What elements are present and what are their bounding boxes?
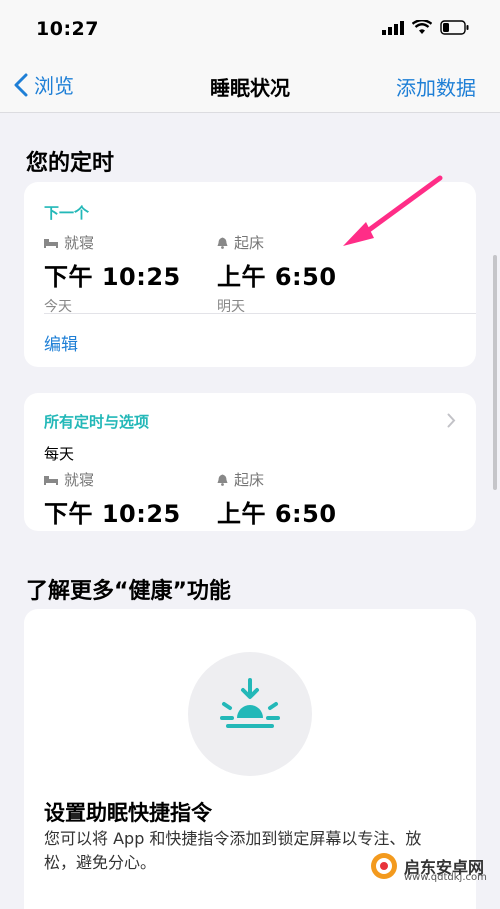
- watermark-logo-icon: [371, 853, 397, 879]
- watermark: 启东安卓网 www.qdtdkj.com: [370, 852, 487, 883]
- annotation-arrow: [343, 175, 443, 246]
- watermark-url: www.qdtdkj.com: [404, 872, 487, 883]
